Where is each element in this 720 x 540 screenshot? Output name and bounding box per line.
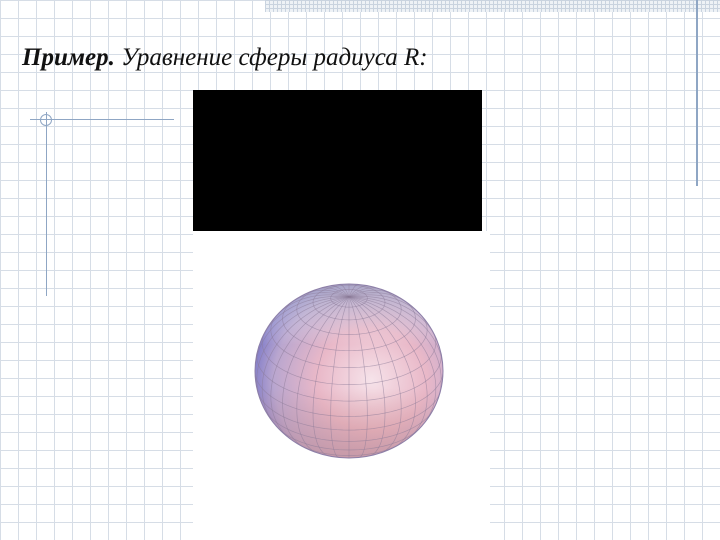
title-text: Уравнение сферы радиуса R: — [114, 44, 428, 71]
decorative-right-rule — [696, 0, 698, 186]
decorative-rule-ring — [40, 114, 52, 126]
decorative-top-band — [265, 0, 720, 12]
decorative-vertical-rule — [46, 112, 47, 296]
slide-title: Пример. Уравнение сферы радиуса R: — [22, 44, 428, 72]
title-example-label: Пример. — [22, 44, 115, 71]
sphere-figure-panel — [193, 231, 490, 540]
formula-image-placeholder — [193, 90, 482, 231]
sphere-plot — [254, 283, 444, 459]
